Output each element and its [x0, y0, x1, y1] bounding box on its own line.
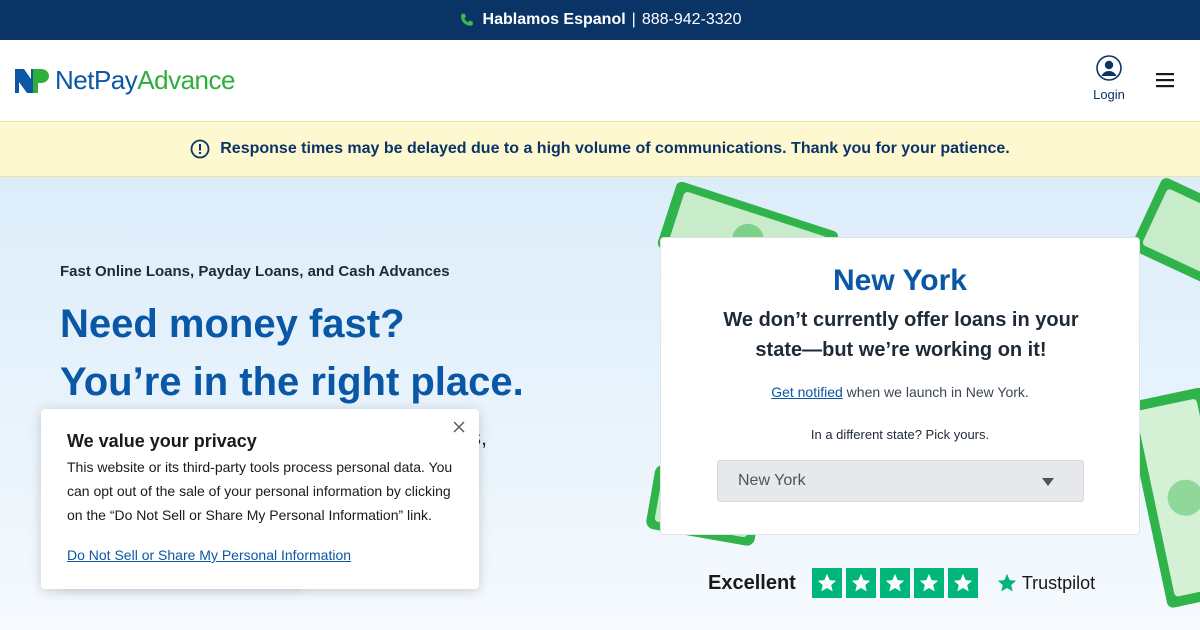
- logo-text: NetPayAdvance: [55, 65, 235, 95]
- state-message: We don’t currently offer loans in your s…: [723, 309, 1079, 361]
- pick-state-prompt: In a different state? Pick yours.: [810, 427, 990, 442]
- star-icon: [811, 568, 842, 598]
- privacy-modal: We value your privacy This website or it…: [41, 409, 479, 589]
- trustpilot-brand: Trustpilot: [1021, 572, 1096, 593]
- hero-title-line-2: You’re in the right place.: [60, 360, 524, 404]
- star-icon: [913, 568, 944, 598]
- alert-circle-icon: [190, 139, 210, 159]
- phone-number-link[interactable]: 888-942-3320: [642, 11, 742, 29]
- star-icon: [845, 568, 876, 598]
- notify-rest-text: when we launch in New York.: [842, 384, 1029, 400]
- hero-title: Need money fast? You’re in the right pla…: [60, 295, 524, 411]
- state-name: New York: [833, 264, 967, 297]
- netpay-logo[interactable]: NetPayAdvance: [15, 65, 235, 96]
- login-label: Login: [1093, 87, 1125, 102]
- state-availability-card: New York We don’t currently offer loans …: [660, 237, 1140, 535]
- do-not-sell-link[interactable]: Do Not Sell or Share My Personal Informa…: [67, 547, 351, 563]
- privacy-body: This website or its third-party tools pr…: [67, 459, 453, 523]
- hero-kicker: Fast Online Loans, Payday Loans, and Cas…: [60, 263, 450, 280]
- logo-mark-icon: [15, 68, 49, 93]
- privacy-title: We value your privacy: [67, 431, 257, 451]
- state-select[interactable]: New York: [717, 460, 1084, 502]
- caret-down-icon: [1042, 478, 1054, 486]
- close-icon[interactable]: [453, 421, 465, 433]
- trustpilot-logo: Trustpilot: [996, 572, 1095, 594]
- site-header: NetPayAdvance Login: [0, 40, 1200, 121]
- notice-banner: Response times may be delayed due to a h…: [0, 121, 1200, 177]
- top-contact-bar: Hablamos Espanol | 888-942-3320: [0, 0, 1200, 40]
- hamburger-menu-icon[interactable]: [1155, 72, 1175, 88]
- phone-icon: [459, 12, 475, 28]
- state-select-value: New York: [738, 472, 806, 489]
- notice-text: Response times may be delayed due to a h…: [220, 140, 1010, 157]
- money-bill-icon: [1130, 387, 1200, 608]
- hero-title-line-1: Need money fast?: [60, 302, 405, 346]
- notify-text: Get notified when we launch in New York.: [661, 384, 1139, 400]
- trustpilot-rating[interactable]: Excellent Trustpilot: [708, 567, 1095, 599]
- rating-word: Excellent: [708, 571, 796, 594]
- login-button[interactable]: Login: [1088, 55, 1130, 102]
- star-icon: [879, 568, 910, 598]
- user-icon: [1096, 55, 1122, 81]
- get-notified-link[interactable]: Get notified: [771, 384, 843, 400]
- rating-stars: [811, 568, 982, 598]
- star-icon: [947, 568, 978, 598]
- trustpilot-star-icon: [997, 573, 1016, 592]
- separator: |: [631, 11, 636, 28]
- language-text: Hablamos Espanol: [482, 11, 626, 28]
